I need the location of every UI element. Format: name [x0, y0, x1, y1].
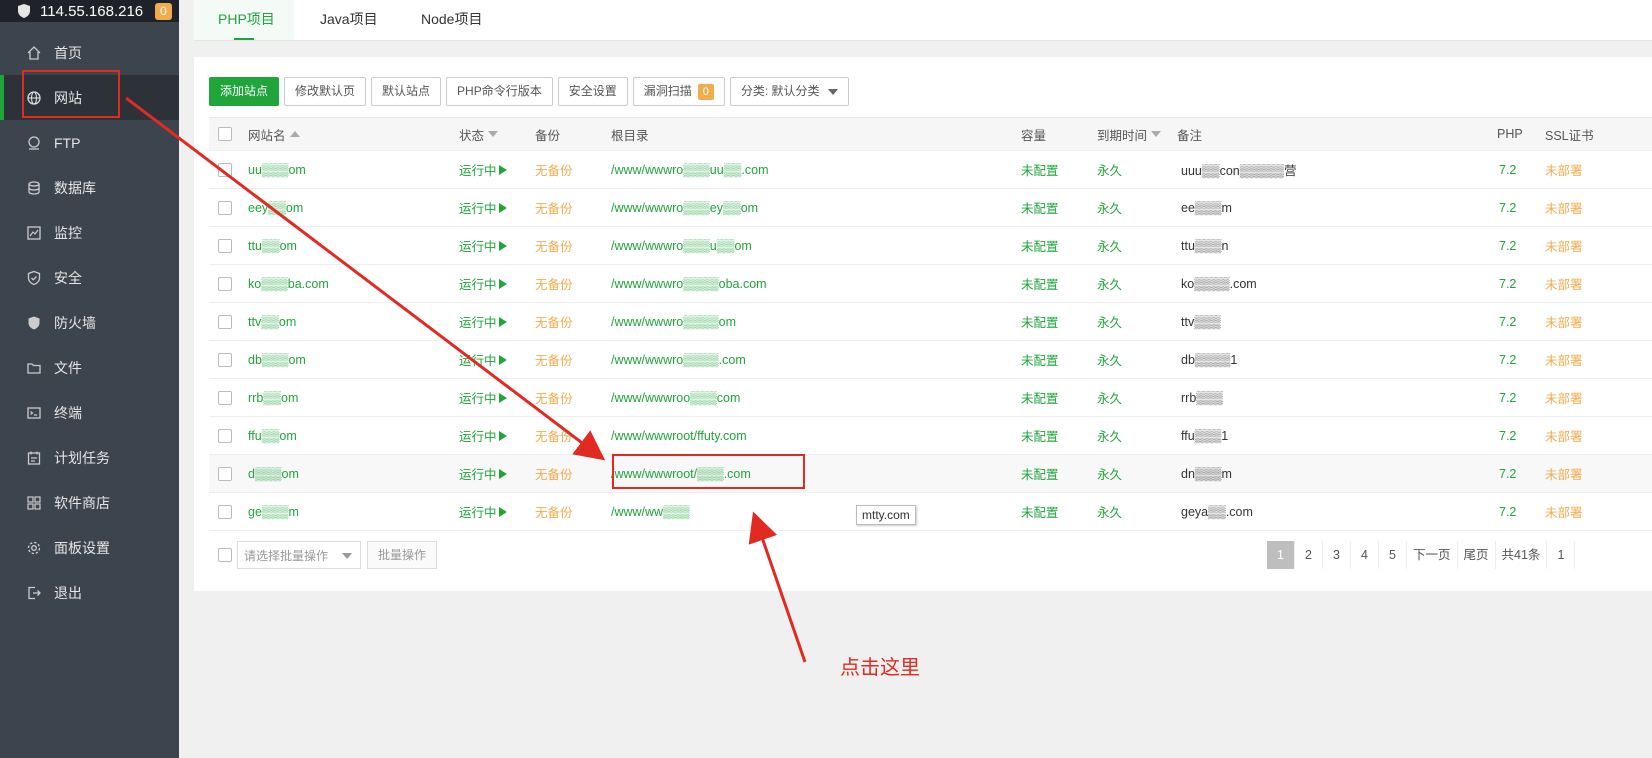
annotation-note: 点击这里 [840, 657, 920, 679]
annotation-arrows [125, 96, 807, 663]
arrow-to-root-path [125, 96, 606, 461]
arrow-from-note [748, 511, 807, 663]
